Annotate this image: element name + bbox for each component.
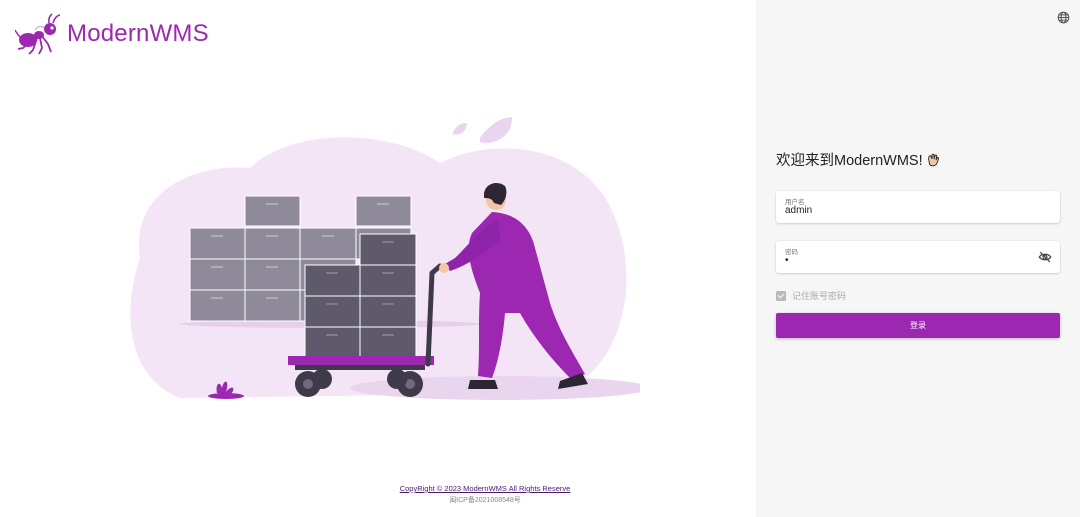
remember-me[interactable]: 记住账号密码 — [776, 289, 846, 302]
left-panel: ModernWMS CopyRight © 2023 ModernWMS All… — [0, 0, 756, 517]
login-button[interactable]: 登录 — [776, 313, 1060, 338]
warehouse-illustration — [130, 117, 640, 400]
password-field[interactable]: 密码 — [776, 241, 1060, 273]
username-field[interactable]: 用户名 — [776, 191, 1060, 223]
username-input[interactable] — [785, 205, 1025, 216]
waving-hand-icon — [927, 153, 939, 166]
remember-checkbox[interactable] — [776, 290, 786, 301]
footer: CopyRight © 2023 ModernWMS All Rights Re… — [0, 484, 756, 505]
brand-name: ModernWMS — [67, 20, 209, 47]
globe-icon[interactable] — [1057, 11, 1070, 24]
copyright-link[interactable]: CopyRight © 2023 ModernWMS All Rights Re… — [325, 484, 645, 493]
brand: ModernWMS — [15, 12, 209, 56]
icp-text: 闽ICP备2021008548号 — [449, 497, 521, 504]
password-input[interactable] — [785, 255, 1025, 266]
welcome-text: 欢迎来到ModernWMS! — [776, 153, 923, 169]
welcome-title: 欢迎来到ModernWMS! — [776, 149, 941, 170]
ant-logo-icon — [15, 13, 61, 55]
remember-label: 记住账号密码 — [792, 292, 847, 302]
eye-off-icon[interactable] — [1038, 250, 1052, 264]
